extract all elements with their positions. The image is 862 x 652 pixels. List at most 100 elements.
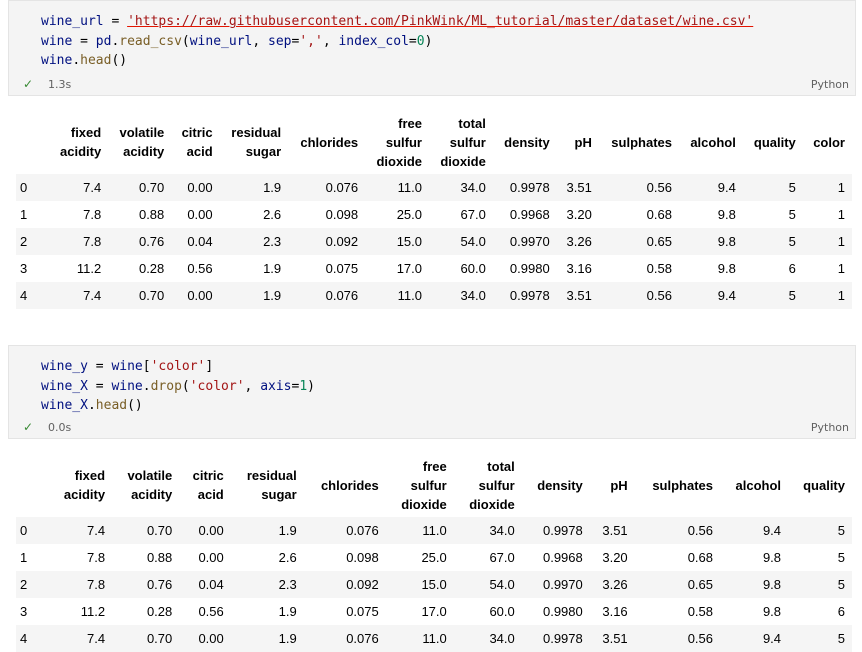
table-cell: 0.9978	[492, 174, 557, 201]
table-cell: 0.9980	[509, 261, 550, 276]
table-cell: 54.0	[429, 228, 493, 255]
code-editor[interactable]: wine_url = 'https://raw.githubuserconten…	[9, 1, 855, 71]
table-cell: 0.56	[198, 604, 224, 619]
table-cell: 9.8	[720, 571, 789, 598]
column-header-text: alcohol	[690, 134, 736, 150]
table-row: 4 7.4 0.70 0.00 1.9 0.076 11.0 34.0 0.9978 3.51 0.…	[16, 282, 852, 309]
column-header-text: acidity	[131, 487, 173, 502]
column-header: free sulfur dioxide	[386, 453, 454, 517]
column-header: total sulfur dioxide	[454, 453, 522, 517]
table-cell: 0.00	[179, 517, 231, 544]
table-cell: 67.0	[489, 550, 515, 565]
code-cell-1[interactable]: wine_url = 'https://raw.githubuserconten…	[8, 0, 856, 96]
check-icon: ✓	[23, 420, 34, 434]
table-cell: 0.00	[171, 282, 220, 309]
index-header	[16, 110, 49, 174]
column-header-text: residual	[231, 125, 282, 140]
table-cell: 0.9970	[521, 571, 590, 598]
index-header	[16, 453, 49, 517]
table-row: 0 7.4 0.70 0.00 1.9 0.076 11.0 34.0 0.9978 3.51 0.…	[16, 174, 852, 201]
column-header-text: sulfur	[449, 134, 486, 150]
column-header-text: acidity	[123, 144, 165, 159]
table-cell: 5	[788, 571, 852, 598]
table-cell: 2.3	[230, 571, 304, 598]
code-editor[interactable]: wine_y = wine['color'] wine_X = wine.dro…	[9, 346, 855, 416]
column-header-text: fixed	[70, 125, 102, 140]
column-header: sulphates	[635, 453, 720, 517]
table-cell: 2.3	[219, 228, 289, 255]
table-cell: 34.0	[453, 517, 522, 544]
table-cell: 11.0	[365, 174, 429, 201]
column-header-text: acidity	[63, 487, 106, 502]
output-table-1: fixed acidity volatile acidity citric acid res…	[16, 110, 852, 309]
column-header-text: volatile	[127, 468, 173, 483]
column-header-text: acid	[197, 487, 224, 502]
table-cell: 3.20	[566, 207, 592, 222]
table-cell: 0.70	[108, 174, 172, 201]
column-header: quality	[743, 110, 803, 174]
column-header: volatile acidity	[112, 453, 179, 517]
table-cell: 0.9978	[492, 282, 557, 309]
header-row: fixed acidity volatile acidity citric acid res…	[16, 110, 852, 174]
row-index: 1	[20, 550, 28, 565]
language-label[interactable]: Python	[811, 78, 849, 91]
execution-time: 0.0s	[48, 421, 72, 434]
column-header-text: alcohol	[735, 477, 782, 493]
column-header-text: sugar	[261, 487, 297, 502]
table-cell: 25.0	[396, 207, 422, 222]
column-header-text: dioxide	[440, 153, 486, 169]
table-cell: 9.4	[678, 282, 743, 309]
table-cell: 0.68	[687, 550, 714, 565]
table-cell: 0.04	[171, 228, 220, 255]
column-header: density	[493, 110, 557, 174]
output-table-2: fixed acidity volatile acidity citric acid res…	[16, 453, 852, 652]
column-header-text: density	[537, 477, 583, 493]
table-cell: 17.0	[421, 604, 447, 619]
table-cell: 0.76	[112, 571, 180, 598]
table-cell: 6	[788, 261, 796, 276]
table-cell: 15.0	[365, 228, 429, 255]
column-header: fixed acidity	[49, 110, 108, 174]
code-cell-2[interactable]: wine_y = wine['color'] wine_X = wine.dro…	[8, 345, 856, 439]
table-cell: 2.6	[278, 550, 297, 565]
column-header-text: sulphates	[611, 134, 672, 150]
column-header-text: residual	[246, 468, 297, 483]
table-cell: 7.8	[86, 550, 106, 565]
table-cell: 9.8	[678, 228, 743, 255]
row-index: 2	[16, 228, 49, 255]
table-cell: 1.9	[278, 604, 297, 619]
table-cell: 54.0	[453, 571, 522, 598]
row-index: 1	[20, 207, 28, 222]
column-header: chlorides	[288, 110, 365, 174]
column-header-text: acidity	[60, 144, 102, 159]
table-cell: 0.9980	[542, 604, 583, 619]
table-cell: 7.4	[49, 517, 113, 544]
column-header-text: sulfur	[385, 134, 422, 150]
table-cell: 2.6	[263, 207, 282, 222]
row-index: 2	[16, 571, 49, 598]
table-cell: 0.9970	[492, 228, 557, 255]
table-row: 3 11.2 0.28 0.56 1.9 0.075 17.0 60.0 0.9980 3.16 0…	[16, 598, 852, 625]
column-header-text: chlorides	[320, 477, 379, 493]
table-cell: 1.9	[219, 282, 289, 309]
table-cell: 60.0	[460, 261, 486, 276]
column-header: alcohol	[679, 110, 743, 174]
table-cell: 0.9978	[521, 517, 590, 544]
table-cell: 5	[742, 174, 803, 201]
table-cell: 5	[742, 282, 803, 309]
table-cell: 0.075	[346, 604, 379, 619]
table-cell: 0.56	[634, 517, 721, 544]
table-cell: 9.8	[717, 207, 736, 222]
table-cell: 0.65	[598, 228, 679, 255]
row-index: 4	[16, 282, 49, 309]
column-header: sulphates	[599, 110, 679, 174]
table-cell: 0.076	[288, 174, 366, 201]
table-cell: 0.076	[303, 517, 386, 544]
table-cell: 0.28	[138, 261, 165, 276]
header-row: fixed acidity volatile acidity citric acid res…	[16, 453, 852, 517]
table-row: 2 7.8 0.76 0.04 2.3 0.092 15.0 54.0 0.9970 3.26 0.…	[16, 571, 852, 598]
table-cell: 7.4	[49, 174, 109, 201]
table-cell: 0.28	[146, 604, 173, 619]
table-cell: 0.00	[187, 207, 213, 222]
language-label[interactable]: Python	[811, 421, 849, 434]
